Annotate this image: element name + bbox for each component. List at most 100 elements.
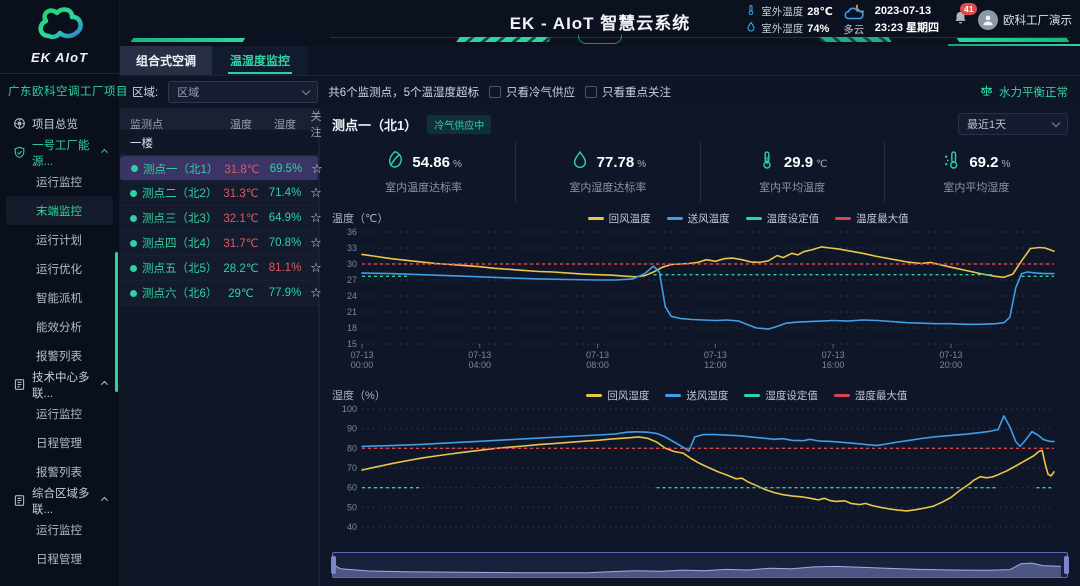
sidebar-subitem[interactable]: 智能派机: [0, 283, 119, 312]
time-range-select[interactable]: 最近1天: [958, 113, 1068, 135]
sidebar-subitem[interactable]: 运行优化: [0, 254, 119, 283]
sidebar-subitem-label: 能效分析: [36, 319, 82, 335]
username: 欧科工厂演示: [1003, 12, 1072, 28]
point-temp: 31.7℃: [218, 236, 264, 250]
bell-icon: [953, 13, 968, 30]
legend-item[interactable]: 送风湿度: [665, 388, 728, 403]
sidebar-subitem[interactable]: 日程管理: [0, 544, 119, 573]
avatar: [978, 10, 998, 30]
sidebar-item-1[interactable]: 一号工厂能源...: [0, 138, 119, 167]
online-dot-icon: [131, 165, 138, 172]
hydraulic-balance-status: 水力平衡正常: [979, 83, 1068, 101]
app-root: EK AIoT 广东欧科空调工厂项目 项目总览一号工厂能源...运行监控末端监控…: [0, 0, 1080, 586]
sidebar-item-0[interactable]: 项目总览: [0, 109, 119, 138]
svg-text:08:00: 08:00: [586, 360, 609, 370]
sidebar-subitem[interactable]: 运行监控: [0, 515, 119, 544]
sidebar-subitem[interactable]: 运行计划: [0, 225, 119, 254]
user-menu[interactable]: 欧科工厂演示: [978, 10, 1072, 30]
legend-swatch: [746, 217, 762, 220]
point-name: 测点四（北4）: [142, 235, 217, 251]
point-row[interactable]: 测点四（北4）31.7℃70.8%☆: [120, 231, 318, 256]
sidebar-subitem[interactable]: 运行监控: [0, 399, 119, 428]
point-row[interactable]: 测点一（北1）31.8℃69.5%☆: [120, 156, 318, 181]
legend-swatch: [835, 217, 851, 220]
sidebar-menu: 项目总览一号工厂能源...运行监控末端监控运行计划运行优化智能派机能效分析报警列…: [0, 109, 119, 573]
hvac-icon: [13, 494, 26, 507]
point-temp: 29℃: [218, 286, 264, 300]
logo: EK AIoT: [0, 0, 119, 65]
online-dot-icon: [130, 240, 137, 247]
datazoom-handle-right[interactable]: [1064, 556, 1069, 574]
outdoor-temp-label: 室外温度: [761, 4, 803, 19]
sidebar-subitem[interactable]: 运行监控: [0, 167, 119, 196]
hvac-icon: [13, 378, 26, 391]
point-row[interactable]: 测点二（北2）31.3℃71.4%☆: [120, 181, 318, 206]
kpi-unit: %: [1002, 159, 1011, 170]
kpi-value: 77.78%: [597, 154, 646, 171]
project-name: 广东欧科空调工厂项目: [0, 74, 119, 105]
humidity-chart-block: 湿度（%） 回风湿度送风湿度湿度设定值湿度最大值 100908070605040: [332, 387, 1068, 542]
datazoom-handle-left[interactable]: [331, 556, 336, 574]
tab-combined-ac[interactable]: 组合式空调: [120, 46, 212, 75]
svg-text:50: 50: [347, 502, 357, 512]
logo-icon: [34, 6, 86, 49]
svg-text:07-13: 07-13: [586, 350, 609, 360]
svg-text:100: 100: [342, 404, 357, 414]
legend-item[interactable]: 送风温度: [667, 211, 730, 226]
sidebar-item-2[interactable]: 技术中心多联...: [0, 370, 119, 399]
area-select[interactable]: 区域: [168, 81, 318, 103]
legend-swatch: [744, 394, 760, 397]
svg-text:07-13: 07-13: [350, 350, 373, 360]
legend-item[interactable]: 温度设定值: [746, 211, 820, 226]
detail-header: 测点一（北1） 冷气供应中 最近1天: [332, 110, 1068, 138]
sidebar-subitem[interactable]: 能效分析: [0, 312, 119, 341]
header-decoration-emblem: [578, 35, 622, 44]
online-dot-icon: [130, 265, 137, 272]
thermometer-small-icon: [745, 4, 757, 19]
tab-label: 温湿度监控: [228, 47, 292, 74]
sidebar-item-3[interactable]: 综合区域多联...: [0, 486, 119, 515]
legend-item[interactable]: 回风湿度: [586, 388, 649, 403]
point-row[interactable]: 测点五（北5）28.2℃81.1%☆: [120, 256, 318, 281]
factory-icon: [13, 146, 26, 159]
point-humidity: 77.9%: [264, 287, 306, 299]
notifications-bell[interactable]: 41: [953, 10, 968, 31]
col-temp: 温度: [218, 116, 264, 132]
header-decoration-bar-right: [957, 38, 1070, 42]
legend-swatch: [665, 394, 681, 397]
sidebar-item-label: 技术中心多联...: [32, 369, 102, 401]
legend-item[interactable]: 回风温度: [588, 211, 651, 226]
legend-label: 温度最大值: [856, 211, 909, 226]
floor-group-row[interactable]: 一楼: [120, 130, 318, 156]
point-row[interactable]: 测点三（北3）32.1℃64.9%☆: [120, 206, 318, 231]
notification-badge: 41: [960, 3, 977, 15]
points-rows: 测点一（北1）31.8℃69.5%☆测点二（北2）31.3℃71.4%☆测点三（…: [120, 156, 318, 306]
checkbox-cooling-only[interactable]: 只看冷气供应: [489, 84, 575, 100]
area-select-value: 区域: [177, 84, 199, 100]
datazoom-slider[interactable]: [332, 552, 1068, 578]
checkbox-favorites-only[interactable]: 只看重点关注: [585, 84, 671, 100]
legend-item[interactable]: 湿度设定值: [744, 388, 818, 403]
svg-text:27: 27: [347, 275, 357, 285]
sidebar-subitem[interactable]: 末端监控: [6, 196, 113, 225]
sidebar-subitem[interactable]: 日程管理: [0, 428, 119, 457]
sidebar-subitem[interactable]: 报警列表: [0, 457, 119, 486]
tab-temp-humidity[interactable]: 温湿度监控: [212, 46, 308, 75]
outdoor-weather: 室外温度 28℃ 室外湿度 74%: [745, 4, 833, 36]
legend-swatch: [586, 394, 602, 397]
sidebar-subitem[interactable]: 报警列表: [0, 341, 119, 370]
sidebar-scrollbar[interactable]: [115, 252, 118, 392]
legend-swatch: [588, 217, 604, 220]
svg-text:40: 40: [347, 522, 357, 532]
humidity-icon: [942, 150, 962, 175]
point-humidity: 70.8%: [264, 237, 306, 249]
legend-label: 送风湿度: [686, 388, 728, 403]
point-temp: 28.2℃: [218, 261, 264, 275]
datazoom-preview: [333, 553, 1061, 577]
legend-label: 温度设定值: [767, 211, 820, 226]
sidebar-subitem-label: 运行优化: [36, 261, 82, 277]
legend-item[interactable]: 湿度最大值: [834, 388, 908, 403]
point-row[interactable]: 测点六（北6）29℃77.9%☆: [120, 281, 318, 306]
legend-label: 回风温度: [609, 211, 651, 226]
legend-item[interactable]: 温度最大值: [835, 211, 909, 226]
